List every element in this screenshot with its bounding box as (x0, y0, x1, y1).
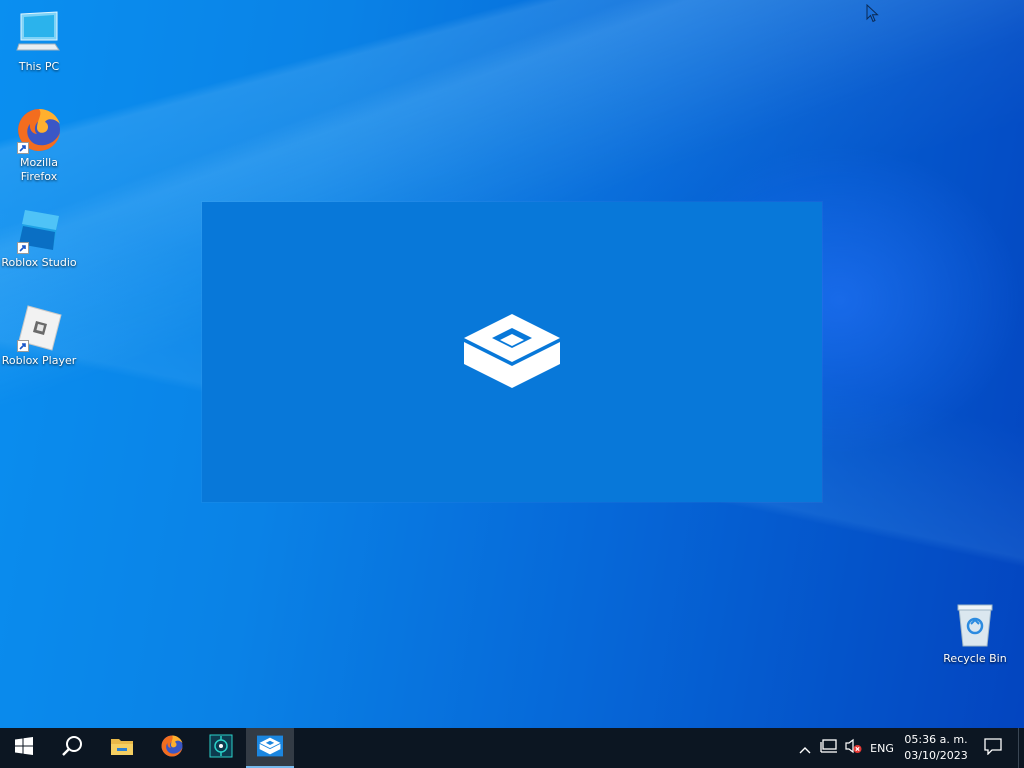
desktop-icon-label: Mozilla Firefox (20, 156, 58, 183)
roblox-studio-icon (15, 206, 63, 254)
volume-muted-icon (844, 738, 862, 758)
sandbox-box-icon (257, 735, 283, 761)
chevron-up-icon (799, 739, 811, 758)
app-taskbar-button[interactable] (197, 728, 245, 768)
language-indicator[interactable]: ENG (866, 728, 898, 768)
network-icon (820, 738, 838, 758)
volume-button[interactable] (842, 728, 864, 768)
mouse-cursor-icon (866, 3, 880, 28)
desktop-icon-firefox[interactable]: Mozilla Firefox (0, 106, 79, 184)
windows-logo-icon (15, 737, 33, 759)
desktop-icon-recycle-bin[interactable]: Recycle Bin (935, 602, 1015, 666)
folder-icon (110, 736, 134, 760)
clock-time: 05:36 a. m. (904, 733, 968, 746)
sandbox-box-icon (462, 312, 562, 396)
desktop-icon-label: Recycle Bin (943, 652, 1007, 665)
desktop-icon-label: This PC (18, 60, 60, 73)
notification-icon (984, 737, 1002, 759)
sandbox-taskbar-button[interactable] (246, 728, 294, 768)
action-center-button[interactable] (978, 728, 1008, 768)
desktop-icon-label: Roblox Player (1, 354, 77, 367)
app-splash-window (202, 202, 822, 502)
desktop-icon-label: Roblox Studio (1, 256, 77, 269)
recycle-bin-icon (951, 602, 999, 650)
firefox-icon (15, 106, 63, 154)
desktop-icon-roblox-player[interactable]: Roblox Player (0, 304, 79, 368)
start-button[interactable] (0, 728, 48, 768)
app-icon (209, 734, 233, 762)
search-icon (61, 735, 83, 761)
file-explorer-button[interactable] (98, 728, 146, 768)
show-desktop-button[interactable] (1018, 728, 1024, 768)
desktop-icon-this-pc[interactable]: This PC (0, 10, 79, 74)
firefox-icon (160, 734, 184, 762)
desktop-icon-roblox-studio[interactable]: Roblox Studio (0, 206, 79, 270)
network-button[interactable] (818, 728, 840, 768)
show-hidden-icons-button[interactable] (796, 728, 814, 768)
shortcut-arrow-icon (17, 142, 29, 154)
desktop: This PC Mozilla Firefox Roblox Studio Ro… (0, 0, 1024, 728)
clock-date: 03/10/2023 (904, 749, 968, 762)
computer-icon (15, 10, 63, 58)
roblox-player-icon (15, 304, 63, 352)
search-button[interactable] (48, 728, 96, 768)
clock[interactable]: 05:36 a. m. 03/10/2023 (900, 728, 972, 768)
taskbar: ENG 05:36 a. m. 03/10/2023 (0, 728, 1024, 768)
shortcut-arrow-icon (17, 242, 29, 254)
shortcut-arrow-icon (17, 340, 29, 352)
firefox-taskbar-button[interactable] (148, 728, 196, 768)
